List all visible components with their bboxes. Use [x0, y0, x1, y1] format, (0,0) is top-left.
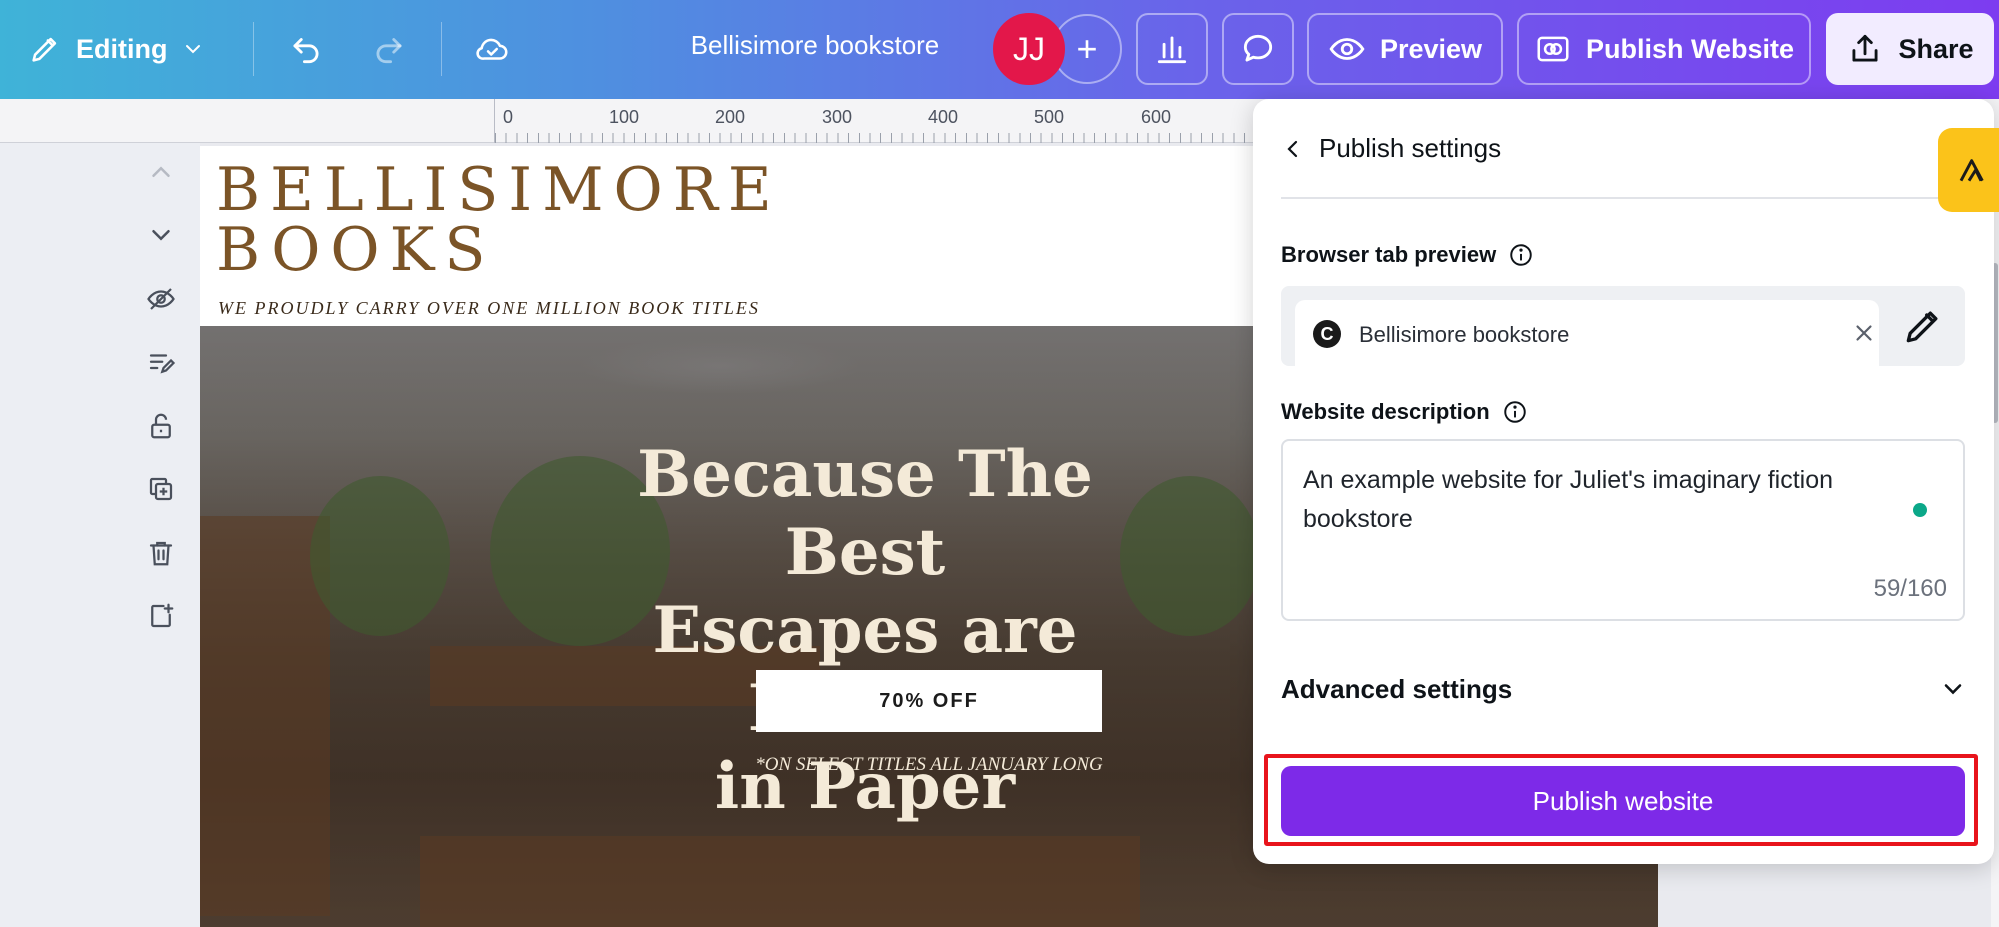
ruler-tick-label: 200 — [715, 107, 746, 127]
favicon: C — [1313, 320, 1341, 348]
ruler-tick-label: 400 — [928, 107, 959, 127]
publish-website-top-label: Publish Website — [1585, 33, 1795, 64]
insights-button[interactable] — [1136, 13, 1208, 85]
ruler-scale: 0 100 200 300 400 500 600 — [494, 99, 1255, 143]
app-logo-icon — [1959, 159, 1984, 182]
browser-tab-preview-label: Browser tab preview — [1281, 242, 1534, 268]
browser-tab-preview: C Bellisimore bookstore — [1281, 286, 1965, 366]
pencil-icon — [32, 37, 57, 62]
editing-mode-button[interactable]: Editing — [28, 24, 205, 74]
move-page-up-button[interactable] — [142, 153, 180, 191]
advanced-settings-toggle[interactable]: Advanced settings — [1281, 669, 1967, 709]
close-icon — [1851, 320, 1877, 346]
character-count: 59/160 — [1873, 575, 1947, 602]
plant-decor — [310, 476, 450, 636]
brand-line-2: BOOKS — [216, 215, 496, 285]
website-description-label: Website description — [1281, 399, 1528, 425]
publish-web-icon — [1537, 36, 1569, 62]
bookshelf-decor — [200, 516, 330, 916]
website-description-value[interactable]: An example website for Juliet's imaginar… — [1303, 461, 1903, 539]
upload-icon — [1852, 34, 1878, 62]
unlock-icon — [151, 413, 171, 439]
chevron-down-icon — [186, 45, 201, 54]
publish-website-button[interactable]: Publish website — [1281, 766, 1965, 836]
chevron-up-icon — [152, 166, 170, 177]
add-page-button[interactable] — [142, 597, 180, 635]
chevron-down-icon — [152, 230, 170, 241]
info-icon[interactable] — [1502, 399, 1528, 425]
browser-tab-chip: C Bellisimore bookstore — [1295, 300, 1879, 366]
page-tools-column — [0, 143, 200, 927]
lock-page-button[interactable] — [142, 407, 180, 445]
chevron-left-icon — [1287, 140, 1298, 157]
side-app-tab[interactable] — [1938, 128, 1999, 212]
redo-icon — [376, 38, 402, 64]
share-button[interactable]: Share — [1826, 13, 1994, 85]
preview-button[interactable]: Preview — [1307, 13, 1503, 85]
preview-label: Preview — [1379, 33, 1483, 64]
browser-tab-title: Bellisimore bookstore — [1359, 322, 1570, 347]
panel-divider — [1281, 197, 1967, 199]
avatar[interactable]: JJ — [993, 13, 1065, 85]
move-page-down-button[interactable] — [142, 216, 180, 254]
ruler-tick-label: 0 — [503, 107, 514, 127]
duplicate-page-button[interactable] — [142, 470, 180, 508]
delete-page-button[interactable] — [142, 534, 180, 572]
trash-icon — [149, 541, 173, 566]
discount-cta-button[interactable]: 70% OFF — [756, 670, 1102, 732]
panel-title: Publish settings — [1319, 133, 1502, 163]
browser-tab-preview-text: Browser tab preview — [1281, 242, 1497, 267]
back-to-publish-button[interactable]: Publish settings — [1281, 133, 1501, 164]
pencil-icon — [1906, 311, 1938, 343]
publish-website-top-button[interactable]: Publish Website — [1517, 13, 1811, 85]
editing-label: Editing — [76, 33, 168, 64]
hide-page-button[interactable] — [142, 280, 180, 318]
document-title[interactable]: Bellisimore bookstore — [640, 30, 990, 61]
desk-decor — [420, 836, 1140, 927]
brand-logo-text[interactable]: BELLISIMORE BOOKS — [216, 160, 782, 280]
ruler-tick-label: 300 — [822, 107, 853, 127]
eye-icon — [1329, 38, 1365, 60]
duplicate-icon — [149, 477, 173, 501]
chevron-down-icon — [1944, 684, 1962, 695]
brand-line-1: BELLISIMORE — [216, 155, 782, 225]
toolbar-divider — [253, 22, 254, 76]
ruler-ticks — [495, 133, 1255, 143]
ruler-tick-label: 500 — [1034, 107, 1065, 127]
notes-icon — [149, 354, 176, 374]
ruler-tick-label: 100 — [609, 107, 640, 127]
website-description-text: Website description — [1281, 399, 1490, 424]
discount-fine-print[interactable]: *ON SELECT TITLES ALL JANUARY LONG — [680, 754, 1178, 776]
cloud-saved-button[interactable] — [464, 22, 520, 76]
add-page-icon — [151, 603, 174, 628]
undo-button[interactable] — [278, 22, 334, 76]
cloud-check-icon — [476, 38, 508, 60]
undo-icon — [293, 38, 319, 64]
eye-hidden-icon — [147, 288, 175, 310]
website-description-field[interactable]: An example website for Juliet's imaginar… — [1281, 439, 1965, 621]
hero-line-1: Because The Best — [637, 437, 1093, 590]
top-toolbar: Editing Bellisimore bookstore + JJ Previ… — [0, 0, 1999, 99]
comments-button[interactable] — [1222, 13, 1294, 85]
add-notes-button[interactable] — [142, 344, 180, 382]
ruler-tick-label: 600 — [1141, 107, 1172, 127]
toolbar-divider — [441, 22, 442, 76]
share-label: Share — [1898, 33, 1974, 64]
plant-decor — [1120, 476, 1260, 636]
info-icon[interactable] — [1508, 242, 1534, 268]
comment-icon — [1243, 34, 1273, 62]
publish-settings-panel: Publish settings Browser tab preview C B… — [1253, 99, 1994, 864]
redo-button[interactable] — [361, 22, 417, 76]
grammar-status-dot — [1913, 503, 1927, 517]
tagline[interactable]: WE PROUDLY CARRY OVER ONE MILLION BOOK T… — [218, 298, 760, 319]
advanced-settings-label: Advanced settings — [1281, 673, 1513, 704]
edit-tab-preview-button[interactable] — [1901, 304, 1945, 348]
bar-chart-icon — [1157, 36, 1187, 64]
